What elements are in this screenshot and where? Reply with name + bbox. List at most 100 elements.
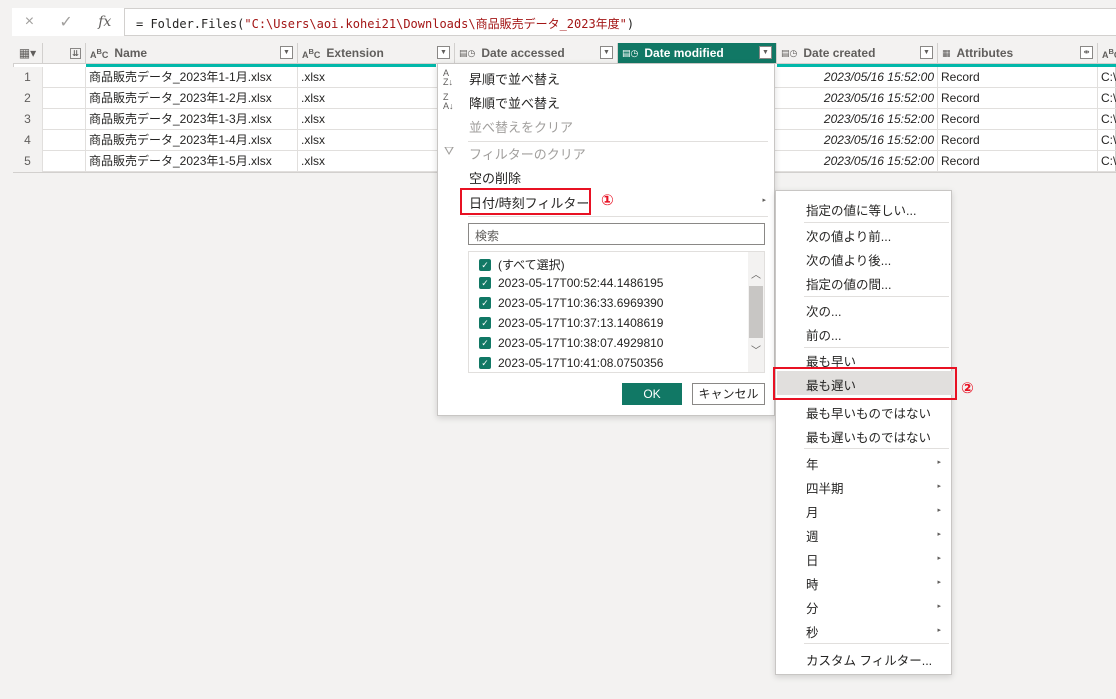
value-label: 2023-05-17T00:52:44.1486195 [498, 276, 664, 290]
submenu-arrow-icon: ▸ [937, 579, 941, 586]
menu-sort-ascending[interactable]: 昇順で並べ替え [469, 69, 560, 88]
filter-dropdown-icon[interactable]: ▼ [280, 46, 293, 59]
cancel-icon[interactable]: × [25, 13, 34, 31]
cell-date-created[interactable]: 2023/05/16 15:52:00 [777, 130, 938, 151]
menu-remove-empty[interactable]: 空の削除 [469, 168, 521, 187]
checkmark-icon[interactable]: ✓ [59, 12, 72, 32]
value-checkbox-item[interactable]: ✓ 2023-05-17T00:52:44.1486195 [479, 276, 663, 290]
submenu-item[interactable]: 次の値より後... [806, 250, 891, 269]
submenu-item[interactable]: 年 [806, 454, 819, 473]
submenu-item[interactable]: 次の... [806, 301, 841, 320]
checkbox-checked-icon[interactable]: ✓ [479, 258, 491, 271]
submenu-item[interactable]: 月 [806, 502, 819, 521]
column-header-extension[interactable]: ABC Extension ▼ [298, 43, 455, 64]
cell-name[interactable]: 商品販売データ_2023年1-1月.xlsx [86, 67, 298, 88]
column-header-next[interactable]: ABC [1098, 43, 1116, 64]
checkbox-checked-icon[interactable]: ✓ [479, 317, 491, 329]
cell-extension[interactable]: .xlsx [298, 130, 455, 151]
submenu-item[interactable]: 次の値より前... [806, 226, 891, 245]
column-header-attributes[interactable]: ▦ Attributes ⇹ [938, 43, 1098, 64]
submenu-item[interactable]: 分 [806, 598, 819, 617]
scroll-down-icon[interactable]: ﹀ [751, 342, 761, 357]
table-type-icon: ▦ [942, 47, 951, 58]
cancel-button[interactable]: キャンセル [692, 383, 765, 405]
value-checkbox-item[interactable]: ✓ (すべて選択) [479, 256, 565, 273]
cell-folder-path[interactable]: C:\ [1098, 88, 1116, 109]
formula-suffix: ) [626, 17, 635, 31]
cell-attributes[interactable]: Record [938, 109, 1098, 130]
cell-date-created[interactable]: 2023/05/16 15:52:00 [777, 88, 938, 109]
cell [43, 88, 86, 109]
checkbox-checked-icon[interactable]: ✓ [479, 357, 491, 369]
submenu-item[interactable]: 前の... [806, 325, 841, 344]
submenu-arrow-icon: ▸ [937, 459, 941, 466]
cell-name[interactable]: 商品販売データ_2023年1-3月.xlsx [86, 109, 298, 130]
submenu-item[interactable]: 四半期 [806, 478, 844, 497]
expand-icon: ⇊ [70, 47, 81, 59]
column-header-date-created[interactable]: ▤◷ Date created ▼ [777, 43, 938, 64]
column-label: Extension [326, 46, 384, 60]
cell-name[interactable]: 商品販売データ_2023年1-2月.xlsx [86, 88, 298, 109]
submenu-item[interactable]: 最も早いものではない [806, 403, 931, 422]
cell-name[interactable]: 商品販売データ_2023年1-4月.xlsx [86, 130, 298, 151]
filter-dropdown-icon[interactable]: ▼ [920, 46, 933, 59]
value-checkbox-item[interactable]: ✓ 2023-05-17T10:36:33.6969390 [479, 296, 663, 310]
submenu-item[interactable]: 最も遅いものではない [806, 427, 931, 446]
cell-attributes[interactable]: Record [938, 88, 1098, 109]
cell-date-created[interactable]: 2023/05/16 15:52:00 [777, 151, 938, 172]
fx-icon[interactable]: fx [98, 14, 111, 30]
filter-dropdown-icon[interactable]: ▼ [759, 46, 772, 59]
cell-extension[interactable]: .xlsx [298, 109, 455, 130]
submenu-item[interactable]: 週 [806, 526, 819, 545]
submenu-item[interactable]: 時 [806, 574, 819, 593]
table-menu-button[interactable]: ▦▾ [13, 43, 43, 64]
cell-extension[interactable]: .xlsx [298, 151, 455, 172]
submenu-item[interactable]: 指定の値に等しい... [806, 200, 916, 219]
cell-date-created[interactable]: 2023/05/16 15:52:00 [777, 109, 938, 130]
cell-extension[interactable]: .xlsx [298, 67, 455, 88]
value-checkbox-item[interactable]: ✓ 2023-05-17T10:37:13.1408619 [479, 316, 663, 330]
checkbox-checked-icon[interactable]: ✓ [479, 337, 491, 349]
ok-button[interactable]: OK [622, 383, 682, 405]
search-input[interactable]: 検索 [468, 223, 765, 245]
cell-attributes[interactable]: Record [938, 151, 1098, 172]
value-checkbox-item[interactable]: ✓ 2023-05-17T10:38:07.4929810 [479, 336, 663, 350]
cell-folder-path[interactable]: C:\ [1098, 67, 1116, 88]
expand-record-icon[interactable]: ⇹ [1080, 46, 1093, 59]
checkbox-checked-icon[interactable]: ✓ [479, 297, 491, 309]
submenu-item[interactable]: 指定の値の間... [806, 274, 891, 293]
scroll-up-icon[interactable]: ︿ [751, 266, 761, 281]
column-header-name[interactable]: ABC Name ▼ [86, 43, 298, 64]
checkbox-checked-icon[interactable]: ✓ [479, 277, 491, 289]
filter-dropdown-icon[interactable]: ▼ [600, 46, 613, 59]
column-header-date-modified[interactable]: ▤◷ Date modified ▼ [618, 43, 777, 64]
scrollbar[interactable]: ︿ ﹀ [748, 252, 764, 372]
cell-folder-path[interactable]: C:\ [1098, 130, 1116, 151]
cell-name[interactable]: 商品販売データ_2023年1-5月.xlsx [86, 151, 298, 172]
cell-attributes[interactable]: Record [938, 130, 1098, 151]
filter-dropdown-icon[interactable]: ▼ [437, 46, 450, 59]
value-checkbox-item[interactable]: ✓ 2023-05-17T10:41:08.0750356 [479, 356, 663, 370]
formula-input[interactable]: = Folder.Files("C:\Users\aoi.kohei21\Dow… [136, 15, 634, 32]
value-label: (すべて選択) [498, 258, 565, 272]
cell-folder-path[interactable]: C:\ [1098, 109, 1116, 130]
scrollbar-thumb[interactable] [749, 286, 763, 338]
cell-extension[interactable]: .xlsx [298, 88, 455, 109]
submenu-item[interactable]: 秒 [806, 622, 819, 641]
formula-path: "C:\Users\aoi.kohei21\Downloads\商品販売データ_… [244, 17, 627, 31]
divider [468, 141, 768, 142]
submenu-arrow-icon: ▸ [937, 603, 941, 610]
datetime-type-icon: ▤◷ [622, 47, 639, 58]
submenu-item[interactable]: カスタム フィルター... [806, 650, 932, 669]
column-label: Date accessed [481, 46, 565, 60]
cell-date-created[interactable]: 2023/05/16 15:52:00 [777, 67, 938, 88]
menu-sort-descending[interactable]: 降順で並べ替え [469, 93, 560, 112]
submenu-arrow-icon: ▸ [937, 555, 941, 562]
expand-column-header[interactable]: ⇊ [43, 43, 86, 64]
divider [804, 296, 949, 297]
column-header-date-accessed[interactable]: ▤◷ Date accessed ▼ [455, 43, 618, 64]
date-filter-submenu: 指定の値に等しい... 次の値より前... 次の値より後... 指定の値の間... 次の… [775, 190, 952, 675]
cell-folder-path[interactable]: C:\ [1098, 151, 1116, 172]
submenu-item[interactable]: 日 [806, 550, 819, 569]
cell-attributes[interactable]: Record [938, 67, 1098, 88]
